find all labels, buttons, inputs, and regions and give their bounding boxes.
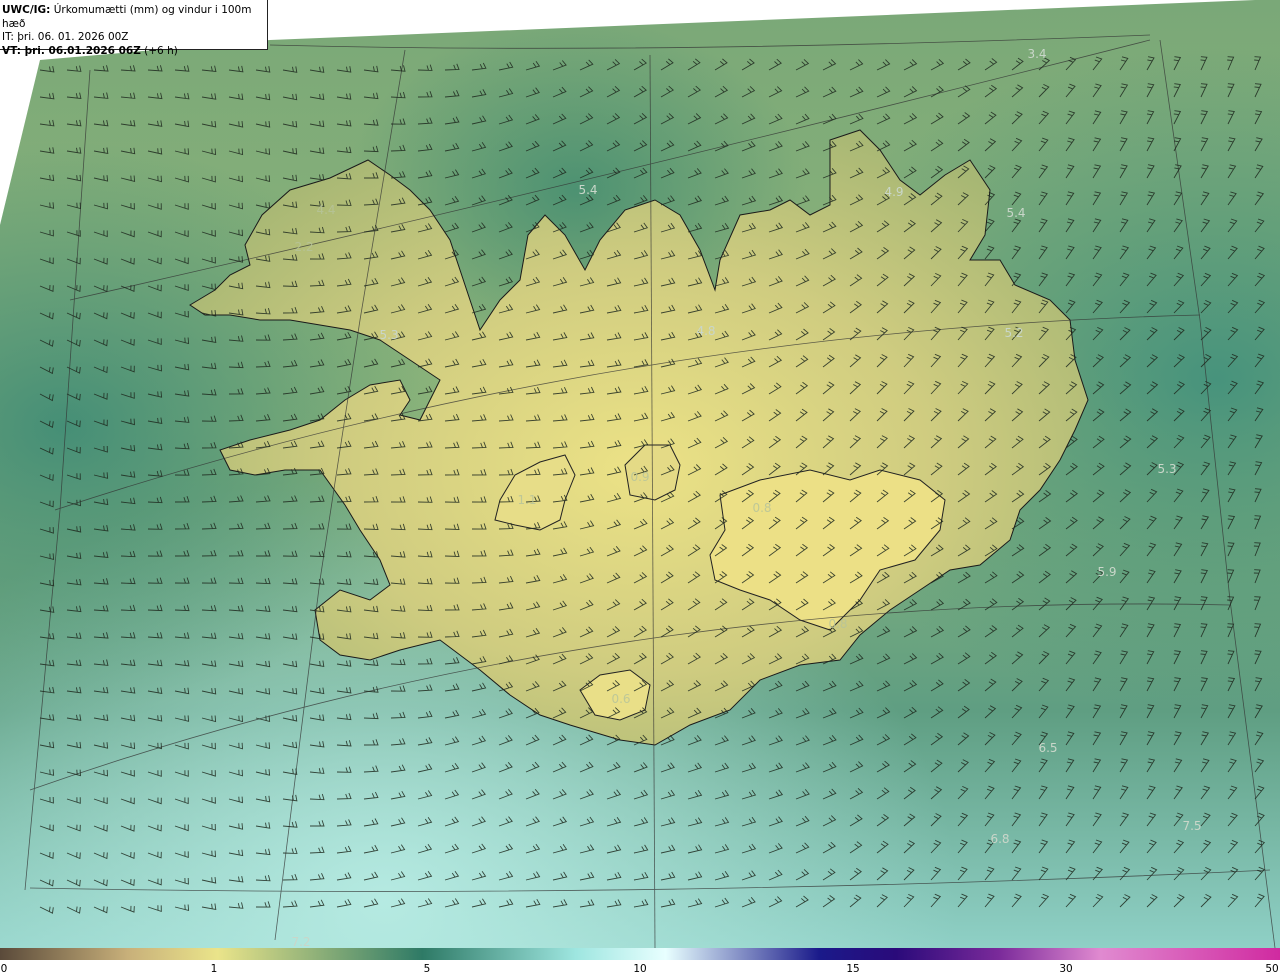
map-value: 0.8 [828, 617, 848, 631]
colorbar-tick: 30 [1059, 963, 1073, 975]
map-value: 5.4 [1006, 206, 1026, 220]
init-time: IT: þri. 06. 01. 2026 00Z [2, 31, 129, 43]
colorbar-tick: 5 [423, 963, 431, 975]
title-box: UWC/IG: Úrkomumætti (mm) og vindur i 100… [0, 0, 268, 57]
map-value: 5.3 [379, 328, 399, 342]
colorbar: 0 1 5 10 15 30 50 [0, 948, 1280, 978]
map-value: 5.9 [1097, 565, 1117, 579]
map-value: 6.5 [1038, 741, 1058, 755]
colorbar-tick: 1 [210, 963, 218, 975]
map-value: 6.8 [990, 832, 1010, 846]
map-value: 5.3 [1157, 462, 1177, 476]
map-value: 4.8 [696, 324, 716, 338]
map-value: 2.2 [294, 240, 314, 254]
colorbar-tick: 15 [846, 963, 860, 975]
colorbar-tick: 10 [633, 963, 647, 975]
valid-time-line: VT: þri. 06.01.2026 06Z (+6 h) [2, 45, 267, 59]
map-value: 5.2 [1004, 326, 1024, 340]
model-name: UWC/IG: [2, 4, 51, 16]
map-value: 0.6 [611, 692, 631, 706]
map-value: 0.9 [630, 470, 650, 484]
map-value: 0.8 [752, 501, 772, 515]
title-line: UWC/IG: Úrkomumætti (mm) og vindur i 100… [2, 4, 267, 31]
colorbar-tick: 0 [0, 963, 8, 975]
colorbar-tick: 50 [1265, 963, 1279, 975]
map-value: 7.2 [291, 935, 311, 949]
colorbar-strip [0, 948, 1280, 960]
map-value: 1.1 [517, 493, 537, 507]
map-value: 7.5 [1182, 819, 1202, 833]
map-value: 3.4 [1027, 47, 1047, 61]
valid-time: VT: þri. 06.01.2026 06Z [2, 44, 141, 57]
forecast-hour: (+6 h) [144, 44, 178, 57]
map-value: 5.4 [578, 183, 598, 197]
map-value: 4.9 [884, 185, 904, 199]
map-value: 4.4 [316, 203, 336, 217]
